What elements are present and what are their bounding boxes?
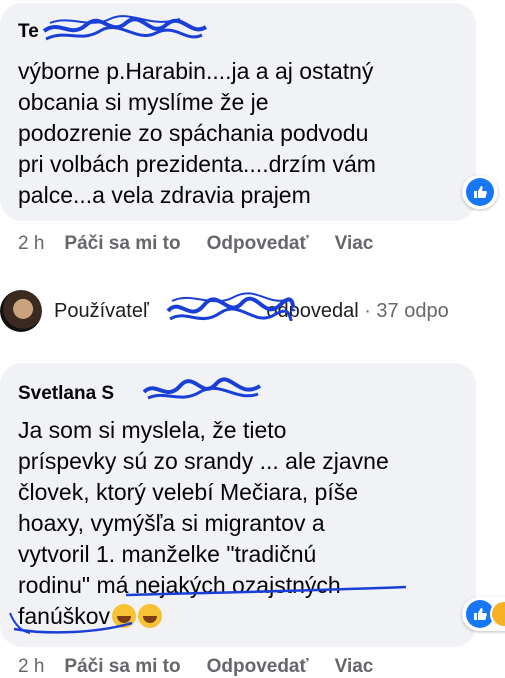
comment-actions: 2 h Páči sa mi to Odpovedať Viac <box>18 233 399 255</box>
replies-suffix: odpovedal <box>266 300 359 322</box>
comment-line: rodinu" má nejakých ozajstných <box>18 572 341 598</box>
replies-count: · 37 odpo <box>364 300 449 322</box>
comment-line: výborne p.Harabin....ja a aj ostatný <box>18 58 374 84</box>
comment-time[interactable]: 2 h <box>18 656 44 677</box>
comment-bubble: Svetlana S Ja som si myslela, že tieto p… <box>0 363 476 647</box>
comment-line: fanúškov <box>18 601 473 632</box>
like-link[interactable]: Páči sa mi to <box>64 233 180 254</box>
reply-link[interactable]: Odpovedať <box>207 656 309 677</box>
more-link[interactable]: Viac <box>335 233 374 254</box>
comment-line: príspevky sú zo srandy ... ale zjavne <box>18 448 389 474</box>
comment-actions: 2 h Páči sa mi to Odpovedať Viac <box>18 656 399 678</box>
comment-line: podozrenie zo spáchania podvodu <box>18 120 369 146</box>
replies-prefix: Používateľ <box>54 300 149 322</box>
comment-author[interactable]: Svetlana S <box>18 383 114 405</box>
laughing-emoji-icon <box>112 604 137 628</box>
comment-line: vytvoril 1. manželke "tradičnú <box>18 541 317 567</box>
replies-summary[interactable]: Používateľ odpovedal · 37 odpo <box>54 300 449 323</box>
laughing-emoji-icon <box>138 604 163 628</box>
redaction-scribble <box>42 15 208 41</box>
comment-line: obcania si myslíme že je <box>18 89 269 115</box>
comment-line: Ja som si myslela, že tieto <box>18 417 287 443</box>
comment-line-end: fanúškov <box>18 603 111 629</box>
like-reaction-icon <box>466 178 494 206</box>
laugh-reaction-icon <box>490 600 505 628</box>
comment-line: palce...a vela zdravia prajem <box>18 182 311 208</box>
more-link[interactable]: Viac <box>335 656 374 677</box>
comment-time[interactable]: 2 h <box>18 233 44 254</box>
avatar[interactable] <box>0 290 42 332</box>
comment-text: výborne p.Harabin....ja a aj ostatný obc… <box>18 56 473 211</box>
reply-link[interactable]: Odpovedať <box>207 233 309 254</box>
comment-author[interactable]: Te <box>18 21 39 43</box>
comment-line: pri volbách prezidenta....drzím vám <box>18 151 376 177</box>
comment-text: Ja som si myslela, že tieto príspevky sú… <box>18 415 473 632</box>
comment-bubble: Te výborne p.Harabin....ja a aj ostatný … <box>0 3 476 221</box>
comment-line: človek, ktorý velebí Mečiara, píše <box>18 479 359 505</box>
reaction-summary[interactable] <box>462 175 498 209</box>
comment-line: hoaxy, vymýšľa si migrantov a <box>18 510 325 536</box>
like-link[interactable]: Páči sa mi to <box>64 656 180 677</box>
reaction-summary[interactable] <box>462 597 505 631</box>
